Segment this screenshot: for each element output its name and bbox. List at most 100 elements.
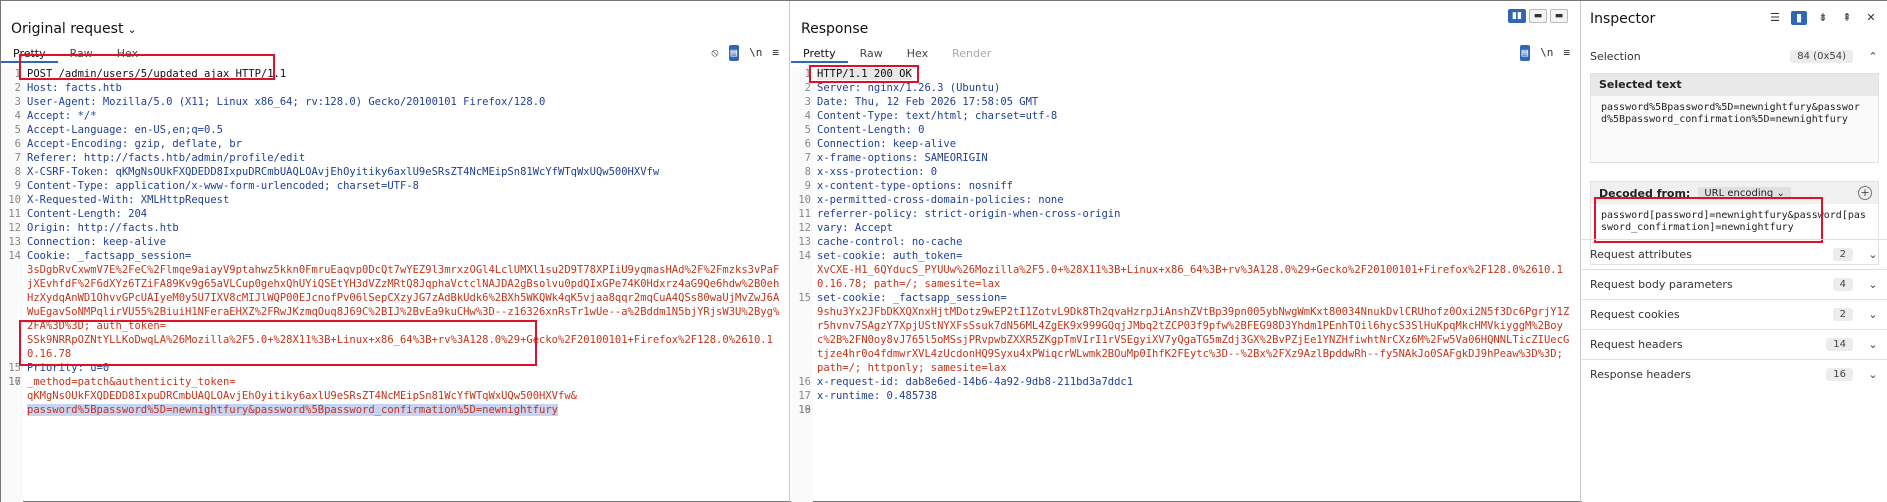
code-line[interactable]: 9 Content-Type: application/x-www-form-ur… [1,179,789,193]
code-line[interactable]: 5 Content-Length: 0 [791,123,1580,137]
code-line[interactable]: 2 Host: facts.htb [1,81,789,95]
line-number: 10 [798,194,811,206]
code-line[interactable]: qKMgNsOUkFXQDEDD8IxpuDRCmbUAQLOAvjEhOyit… [1,389,789,403]
response-editor[interactable]: 1 HTTP/1.1 200 OK 2 Server: nginx/1.26.3 (U… [791,67,1580,502]
tab-hex[interactable]: Hex [105,45,150,63]
line-number: 13 [8,236,21,248]
line-number: 15 [8,362,21,374]
line-number: 13 [798,236,811,248]
menu-icon[interactable]: ≡ [772,45,779,61]
request-editor[interactable]: 1 POST /admin/users/5/updated_ajax HTTP/1… [1,67,789,502]
chevron-down-icon[interactable]: ⌄ [1867,368,1879,381]
line-text: x-xss-protection: 0 [817,166,938,178]
inspector-section-row[interactable]: Request headers 14 ⌄ [1582,329,1887,359]
code-line[interactable]: 3sDgbRvCxwmV7E%2FeC%2Flmqe9aiayV9ptahwz5… [1,263,789,333]
code-line[interactable]: 5 Accept-Language: en-US,en;q=0.5 [1,123,789,137]
code-line[interactable]: 14 Cookie: _factsapp_session= [1,249,789,263]
code-line[interactable]: 14 set-cookie: auth_token= [791,249,1580,263]
line-text: X-Requested-With: XMLHttpRequest [27,194,230,206]
code-line[interactable]: 1 POST /admin/users/5/updated_ajax HTTP/1… [1,67,789,81]
top-bottom-layout-button[interactable]: ▬ [1529,9,1547,23]
code-line[interactable]: 3 User-Agent: Mozilla/5.0 (X11; Linux x86… [1,95,789,109]
selection-length-badge: 84 (0x54) [1790,49,1853,63]
newline-toggle-icon[interactable]: \n [1540,45,1553,61]
code-line[interactable]: 8 X-CSRF-Token: qKMgNsOUkFXQDEDD8IxpuDRCm… [1,165,789,179]
code-line[interactable]: 2 Server: nginx/1.26.3 (Ubuntu) [791,81,1580,95]
collapse-all-icon[interactable]: ⇞ [1839,11,1855,25]
tab-raw[interactable]: Raw [848,45,895,63]
line-number: 5 [14,124,21,136]
line-text: Host: facts.htb [27,82,122,94]
original-request-pane: Original request ⌄ Pretty Raw Hex ⦸ ▤ \n … [1,1,790,502]
tab-raw[interactable]: Raw [58,45,105,63]
line-number: 9 [14,180,21,192]
code-line[interactable]: 12 Origin: http://facts.htb [1,221,789,235]
chevron-down-icon[interactable]: ⌄ [1867,248,1879,261]
code-line[interactable]: SSk9NRRpOZNtYLLKoDwqLA%26Mozilla%2F5.0+%… [1,333,789,361]
code-line[interactable]: 4 Accept: */* [1,109,789,123]
code-line[interactable]: 6 Accept-Encoding: gzip, deflate, br [1,137,789,151]
code-line[interactable]: 15 set-cookie: _factsapp_session= [791,291,1580,305]
list-view-icon[interactable]: ☰ [1767,11,1783,25]
line-text: Content-Length: 204 [27,208,148,220]
code-line[interactable]: 3 Date: Thu, 12 Feb 2026 17:58:05 GMT [791,95,1580,109]
code-line[interactable]: 6 Connection: keep-alive [791,137,1580,151]
code-line[interactable]: password%5Bpassword%5D=newnightfury&pass… [1,403,789,417]
message-actions-icon[interactable]: ▤ [1519,45,1531,61]
tabs-layout-button[interactable]: ▬ [1550,9,1568,23]
inspector-section-row[interactable]: Request body parameters 4 ⌄ [1582,269,1887,299]
chevron-down-icon[interactable]: ⌄ [1867,308,1879,321]
code-line[interactable]: 4 Content-Type: text/html; charset=utf-8 [791,109,1580,123]
side-by-side-layout-button[interactable]: ▮▮ [1508,9,1526,23]
code-line[interactable]: 10 X-Requested-With: XMLHttpRequest [1,193,789,207]
code-line[interactable]: 7 x-frame-options: SAMEORIGIN [791,151,1580,165]
line-number: 11 [8,208,21,220]
panel-view-icon[interactable]: ▮ [1791,11,1807,25]
code-line[interactable]: 13 cache-control: no-cache [791,235,1580,249]
code-line[interactable]: 15 Priority: u=0 [1,361,789,375]
chevron-down-icon[interactable]: ⌄ [1867,338,1879,351]
chevron-down-icon[interactable]: ⌄ [127,23,136,36]
chevron-up-icon[interactable]: ⌃ [1867,50,1879,63]
tab-hex[interactable]: Hex [895,45,940,63]
code-line[interactable]: 1 HTTP/1.1 200 OK [791,67,1580,81]
line-number: 14 [8,250,21,262]
selected-text-value[interactable]: password%5Bpassword%5D=newnightfury&pass… [1591,96,1878,162]
code-line[interactable]: 11 Content-Length: 204 [1,207,789,221]
request-pane-title[interactable]: Original request ⌄ [11,21,137,37]
hide-nonprintable-icon[interactable]: ⦸ [711,45,718,61]
code-line[interactable]: 17 _method=patch&authenticity_token= [1,375,789,389]
expand-all-icon[interactable]: ⇟ [1815,11,1831,25]
menu-icon[interactable]: ≡ [1563,45,1570,61]
inspector-section-row[interactable]: Request cookies 2 ⌄ [1582,299,1887,329]
section-count-badge: 4 [1832,278,1853,291]
inspector-section-row[interactable]: Response headers 16 ⌄ [1582,359,1887,389]
code-line[interactable]: 10 x-permitted-cross-domain-policies: non… [791,193,1580,207]
add-decoding-icon[interactable]: + [1858,186,1872,200]
selected-text-box: Selected text password%5Bpassword%5D=new… [1590,73,1879,163]
inspector-section-row[interactable]: Request attributes 2 ⌄ [1582,239,1887,269]
chevron-down-icon[interactable]: ⌄ [1867,278,1879,291]
decoding-select[interactable]: URL encoding ⌄ [1698,186,1791,200]
selection-section-header[interactable]: Selection 84 (0x54) ⌃ [1582,41,1887,71]
code-line[interactable]: 8 x-xss-protection: 0 [791,165,1580,179]
code-line[interactable]: XvCXE-H1_6QYducS_PYUUw%26Mozilla%2F5.0+%… [791,263,1580,291]
tab-render[interactable]: Render [940,45,1003,63]
section-label: Request attributes [1590,248,1692,261]
tab-pretty[interactable]: Pretty [1,45,58,63]
newline-toggle-icon[interactable]: \n [749,45,762,61]
line-text: cache-control: no-cache [817,236,963,248]
response-pane: ▮▮ ▬ ▬ Response Pretty Raw Hex Render ▤ … [791,1,1581,502]
code-line[interactable]: 16 x-request-id: dab8e6ed-14b6-4a92-9db8-… [791,375,1580,389]
code-line[interactable]: 11 referrer-policy: strict-origin-when-cr… [791,207,1580,221]
code-line[interactable]: 9shu3Yx2JFbDKXQXnxHjtMDotz9wEP2tI1ZotvL9… [791,305,1580,375]
code-line[interactable]: 7 Referer: http://facts.htb/admin/profile… [1,151,789,165]
code-line[interactable]: 12 vary: Accept [791,221,1580,235]
tab-pretty[interactable]: Pretty [791,45,848,63]
close-icon[interactable]: ✕ [1863,11,1879,25]
line-text: Referer: http://facts.htb/admin/profile/… [27,152,306,164]
code-line[interactable]: 13 Connection: keep-alive [1,235,789,249]
code-line[interactable]: 9 x-content-type-options: nosniff [791,179,1580,193]
message-actions-icon[interactable]: ▤ [728,45,740,61]
code-line[interactable]: 17 x-runtime: 0.485738 [791,389,1580,403]
